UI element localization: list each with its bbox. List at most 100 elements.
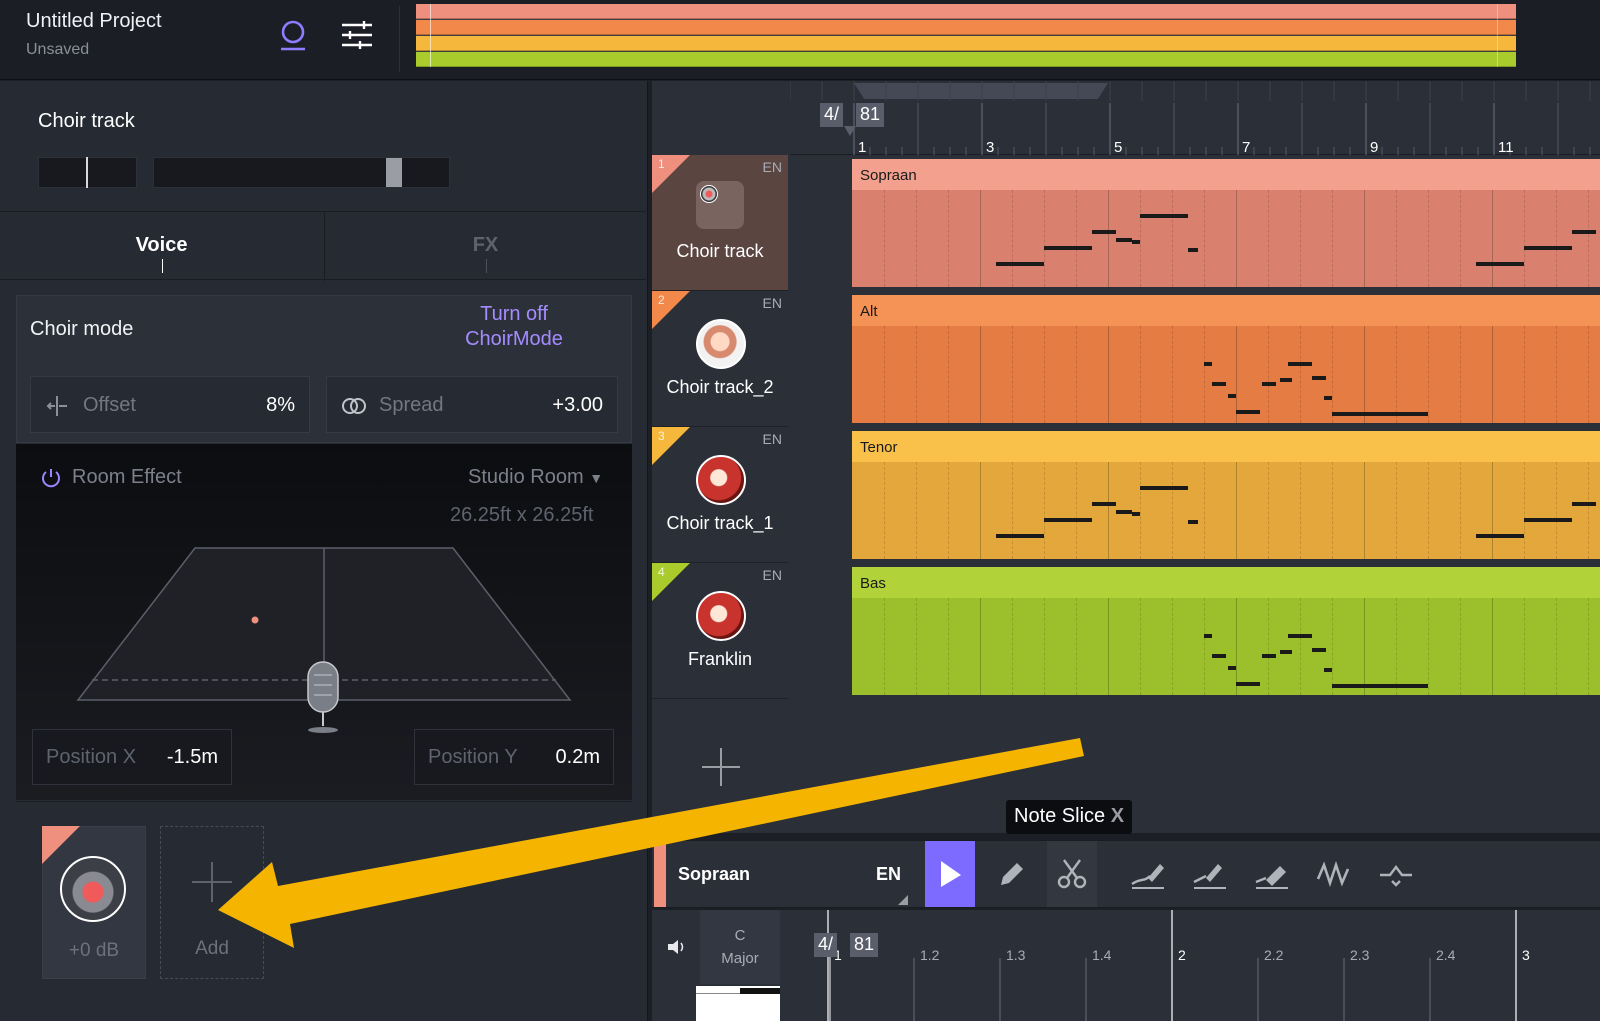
voice-avatar[interactable] [60, 856, 126, 922]
note-slice-tool[interactable] [1047, 841, 1097, 907]
note[interactable] [1332, 412, 1428, 416]
note[interactable] [1476, 262, 1524, 266]
track-header-1[interactable]: 1 EN Choir track [652, 155, 788, 291]
pitch-draw-tool[interactable] [1123, 841, 1173, 907]
position-x-field[interactable]: Position X -1.5m [32, 729, 232, 785]
note[interactable] [1524, 246, 1572, 250]
track-name[interactable]: Choir track [652, 241, 788, 262]
note[interactable] [1288, 362, 1312, 366]
note[interactable] [1188, 520, 1198, 524]
clip-sopraan[interactable]: Sopraan [852, 159, 1600, 287]
note[interactable] [1280, 650, 1292, 654]
note[interactable] [1524, 518, 1572, 522]
clip-notes[interactable] [852, 190, 1600, 287]
tab-voice[interactable]: Voice [0, 212, 323, 281]
note[interactable] [1044, 518, 1092, 522]
track-header-3[interactable]: 3 EN Choir track_1 [652, 427, 788, 563]
pitch-transpose-tool[interactable] [1371, 841, 1421, 907]
note[interactable] [1140, 486, 1188, 490]
piano-keys[interactable] [696, 986, 780, 1021]
note[interactable] [1312, 376, 1326, 380]
clip-tenor[interactable]: Tenor [852, 431, 1600, 559]
turn-off-choirmode-button[interactable]: Turn off ChoirMode [430, 302, 598, 352]
pitch-flatten-tool[interactable] [1185, 841, 1235, 907]
mixer-icon[interactable] [340, 20, 374, 50]
note[interactable] [1116, 510, 1132, 514]
note[interactable] [1212, 382, 1226, 386]
offset-control[interactable]: Offset 8% [30, 376, 310, 433]
track-avatar[interactable] [696, 181, 744, 229]
clip-notes[interactable] [852, 326, 1600, 423]
note[interactable] [1324, 668, 1332, 672]
track-avatar[interactable] [696, 319, 746, 369]
note[interactable] [1140, 214, 1188, 218]
volume-slider[interactable] [153, 157, 450, 188]
editor-language-dropdown[interactable]: EN [876, 864, 901, 885]
note[interactable] [1312, 648, 1326, 652]
pan-slider-thumb[interactable] [86, 157, 88, 188]
note[interactable] [1188, 248, 1198, 252]
track-avatar[interactable] [696, 455, 746, 505]
speaker-button[interactable] [656, 910, 696, 984]
note[interactable] [996, 262, 1044, 266]
editor-ruler[interactable]: 1 1.2 1.3 1.4 2 2.2 2.3 2.4 3 [780, 910, 1600, 1021]
clip-notes[interactable] [852, 598, 1600, 695]
note[interactable] [1476, 534, 1524, 538]
arrangement-overview[interactable] [416, 4, 1516, 67]
track-language[interactable]: EN [763, 431, 782, 447]
track-avatar[interactable] [696, 591, 746, 641]
vibrato-tool[interactable] [1309, 841, 1359, 907]
note[interactable] [1204, 362, 1212, 366]
track-header-2[interactable]: 2 EN Choir track_2 [652, 291, 788, 427]
note[interactable] [1116, 238, 1132, 242]
singer-position-dot[interactable] [251, 616, 259, 624]
position-y-field[interactable]: Position Y 0.2m [414, 729, 614, 785]
room-visualizer[interactable] [70, 540, 578, 740]
track-name[interactable]: Choir track_1 [652, 513, 788, 534]
pointer-tool[interactable] [925, 841, 975, 907]
pitch-smooth-tool[interactable] [1247, 841, 1297, 907]
note[interactable] [1280, 378, 1292, 382]
tab-fx[interactable]: FX [324, 212, 646, 281]
note[interactable] [1228, 394, 1236, 398]
track-header-4[interactable]: 4 EN Franklin [652, 563, 788, 699]
user-icon[interactable] [280, 18, 306, 52]
clip-alt[interactable]: Alt [852, 295, 1600, 423]
note[interactable] [1228, 666, 1236, 670]
pencil-tool[interactable] [987, 841, 1037, 907]
note[interactable] [1204, 634, 1212, 638]
note[interactable] [1212, 654, 1226, 658]
editor-time-signature-top[interactable]: 4/ [814, 933, 838, 957]
note[interactable] [1236, 682, 1260, 686]
note[interactable] [1132, 512, 1140, 516]
track-language[interactable]: EN [763, 159, 782, 175]
note[interactable] [1288, 634, 1312, 638]
note[interactable] [1236, 410, 1260, 414]
note[interactable] [1572, 230, 1596, 234]
note[interactable] [1132, 240, 1140, 244]
note[interactable] [1324, 396, 1332, 400]
note[interactable] [1332, 684, 1428, 688]
note[interactable] [1092, 230, 1116, 234]
volume-slider-thumb[interactable] [386, 158, 402, 187]
note[interactable] [1092, 502, 1116, 506]
microphone-icon[interactable] [307, 661, 339, 733]
note[interactable] [1044, 246, 1092, 250]
power-icon[interactable] [40, 467, 62, 489]
note[interactable] [996, 534, 1044, 538]
note[interactable] [1572, 502, 1596, 506]
room-type-dropdown[interactable]: Studio Room ▼ [468, 466, 603, 489]
clip-bas[interactable]: Bas [852, 567, 1600, 695]
note[interactable] [1262, 654, 1276, 658]
track-language[interactable]: EN [763, 295, 782, 311]
key-selector[interactable]: C Major [700, 910, 780, 984]
track-name[interactable]: Franklin [652, 649, 788, 670]
spread-control[interactable]: Spread +3.00 [326, 376, 618, 433]
track-language[interactable]: EN [763, 567, 782, 583]
note[interactable] [1262, 382, 1276, 386]
project-title[interactable]: Untitled Project [26, 10, 162, 33]
add-track-button[interactable] [700, 746, 742, 788]
editor-time-signature-bottom[interactable]: 81 [850, 933, 879, 957]
track-name[interactable]: Choir track_2 [652, 377, 788, 398]
clip-notes[interactable] [852, 462, 1600, 559]
